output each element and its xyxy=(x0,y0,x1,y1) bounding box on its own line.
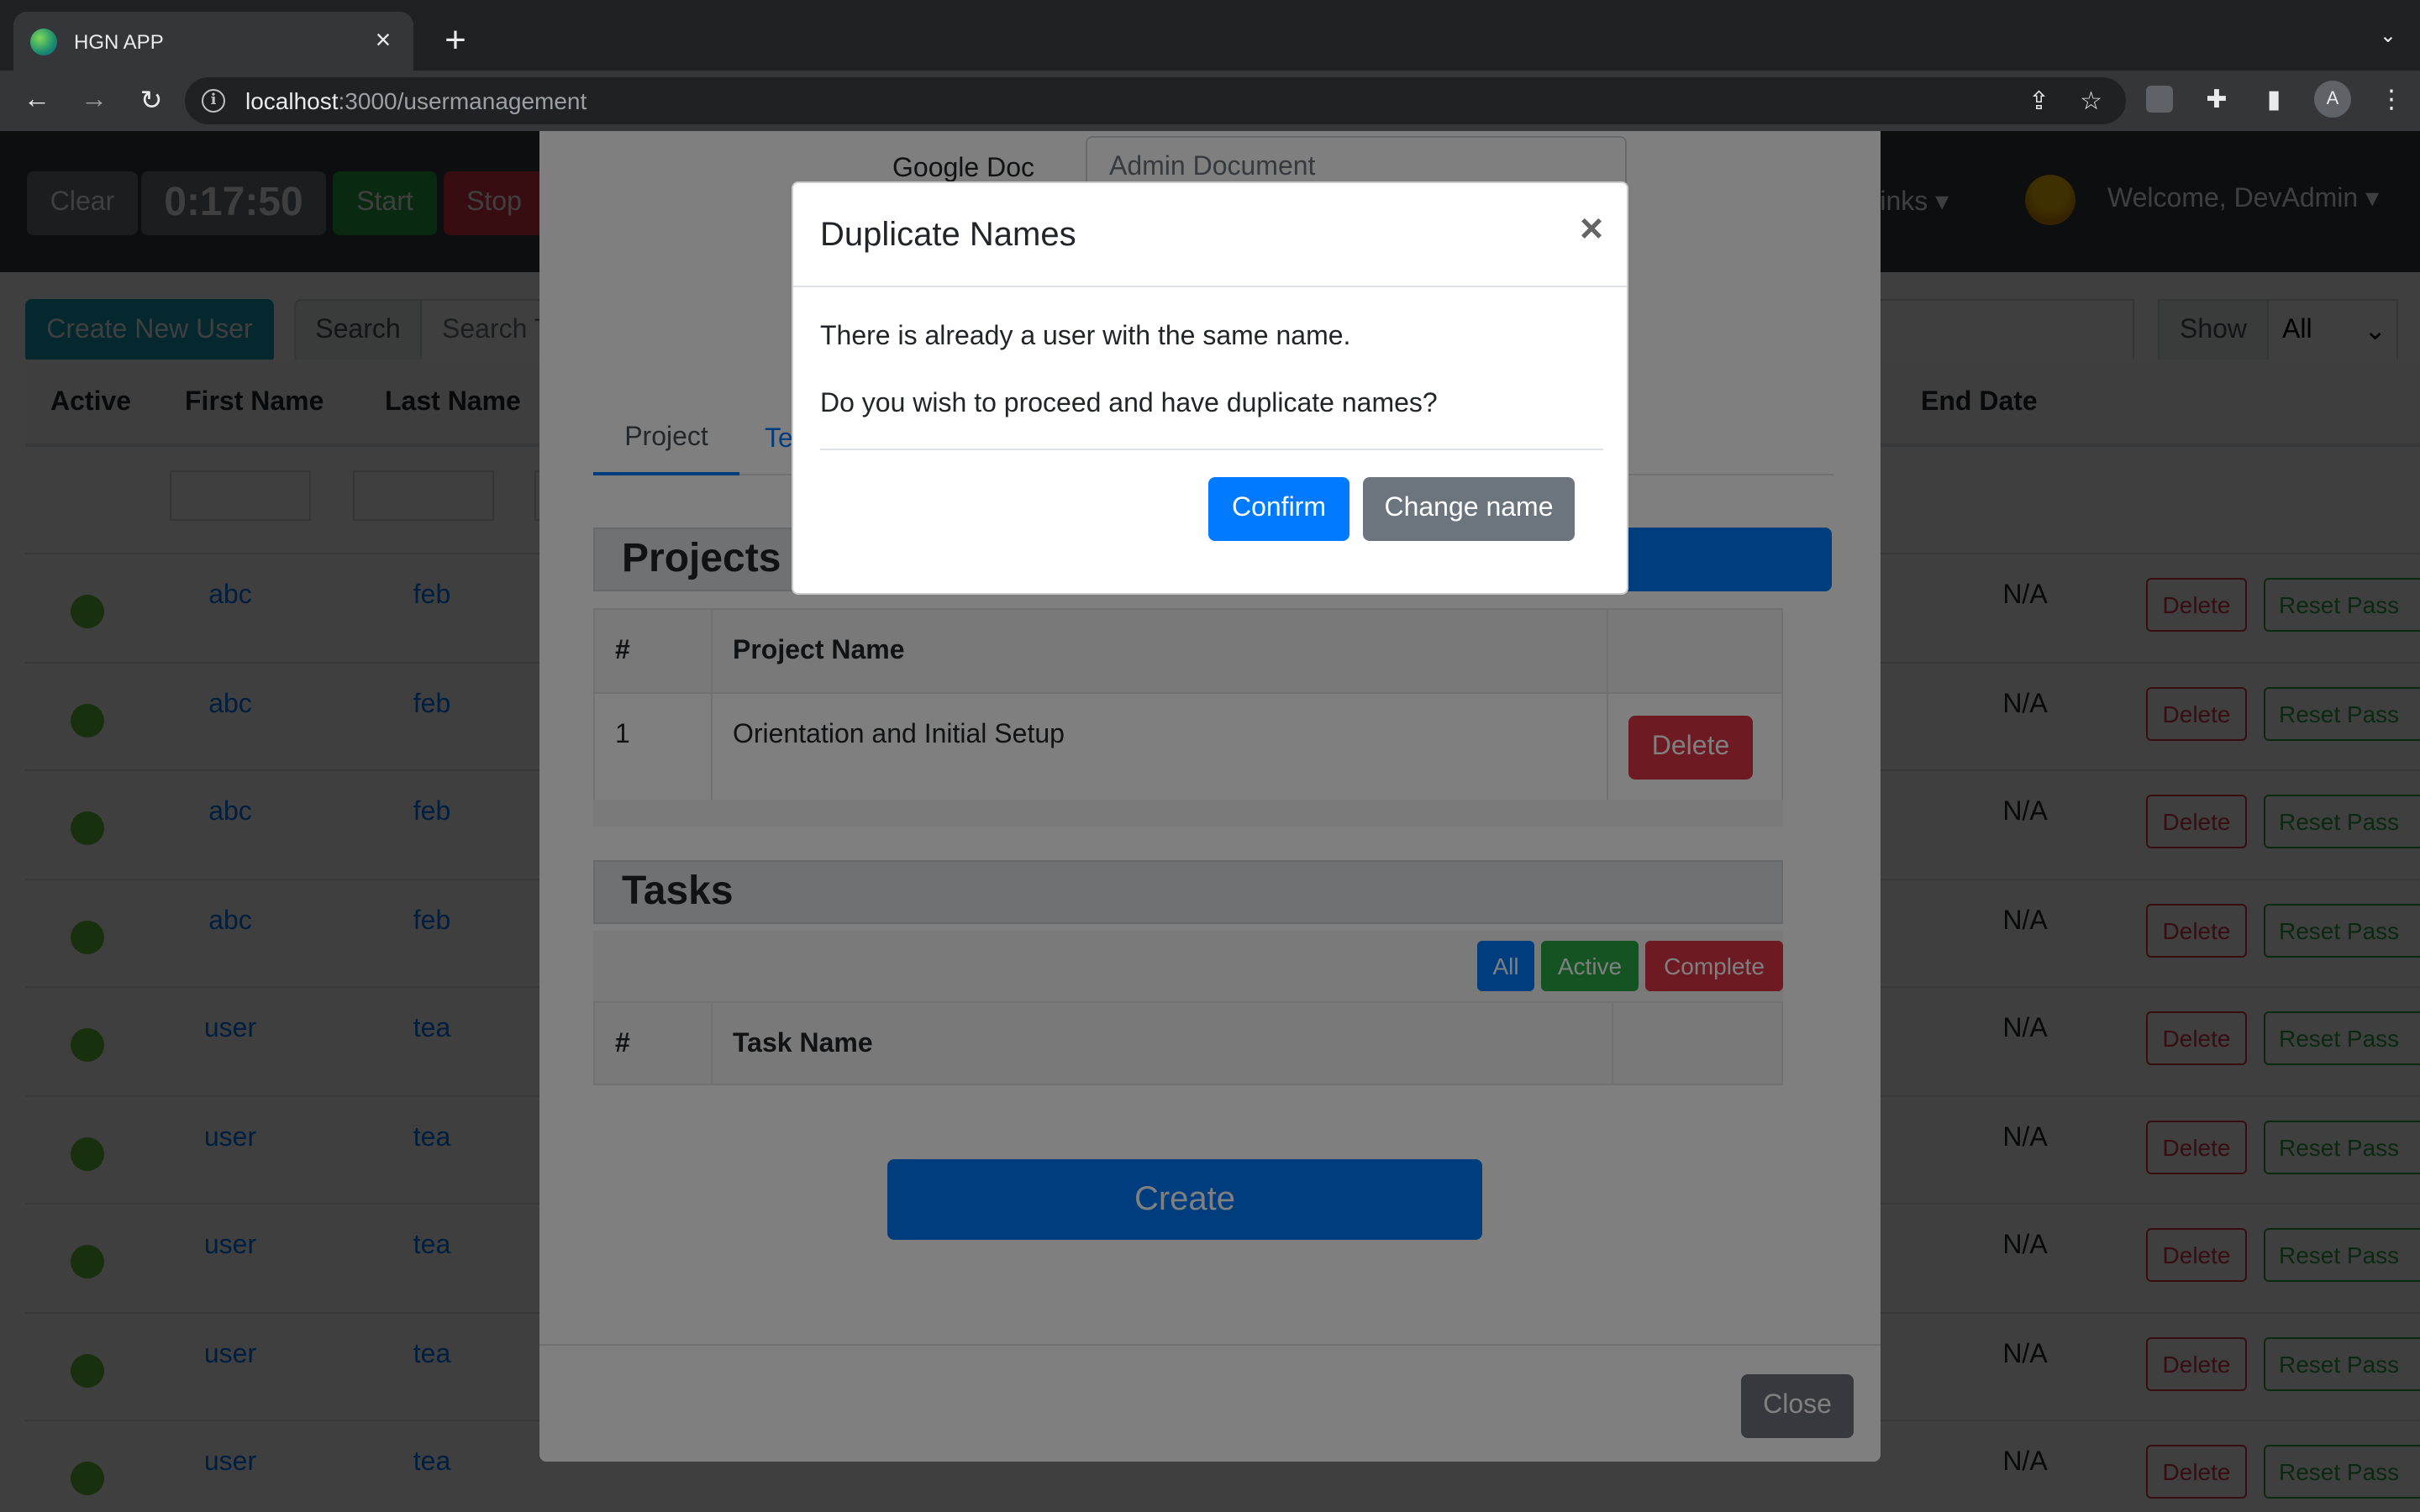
dialog-header: Duplicate Names × xyxy=(793,183,1627,287)
browser-menu-icon[interactable]: ⋮ xyxy=(2375,82,2408,116)
new-tab-icon[interactable]: + xyxy=(437,21,474,59)
app-viewport: Clear 0:17:50 Start Stop r Links ▾ Welco… xyxy=(0,131,2420,1512)
address-bar[interactable]: i localhost:3000/usermanagement ⇪ ☆ xyxy=(185,77,2126,124)
dialog-message-duplicate: There is already a user with the same na… xyxy=(820,323,1351,351)
tab-search-chevron-icon[interactable]: ⌄ xyxy=(2380,24,2396,47)
extension-icon[interactable] xyxy=(2143,82,2176,116)
app-favicon-icon xyxy=(30,28,57,55)
confirm-button[interactable]: Confirm xyxy=(1208,477,1349,541)
site-info-icon[interactable]: i xyxy=(202,89,225,113)
url-host: localhost xyxy=(245,87,339,114)
forward-arrow-icon[interactable]: → xyxy=(74,81,114,121)
dialog-message-question: Do you wish to proceed and have duplicat… xyxy=(820,390,1438,418)
browser-toolbar: ← → ↻ i localhost:3000/usermanagement ⇪ … xyxy=(0,71,2420,131)
dialog-divider xyxy=(820,449,1603,450)
dialog-title: Duplicate Names xyxy=(820,217,1076,254)
reload-icon[interactable]: ↻ xyxy=(131,81,171,121)
close-icon[interactable]: × xyxy=(1580,209,1603,250)
side-panel-icon[interactable]: ▮ xyxy=(2257,82,2291,116)
url-path: :3000/usermanagement xyxy=(338,87,587,114)
duplicate-names-dialog: Duplicate Names × There is already a use… xyxy=(792,181,1628,595)
back-arrow-icon[interactable]: ← xyxy=(17,81,57,121)
share-icon[interactable]: ⇪ xyxy=(2028,86,2049,116)
browser-tab[interactable]: HGN APP × xyxy=(13,12,413,71)
extensions-puzzle-icon[interactable]: ✚ xyxy=(2200,82,2233,116)
tab-title: HGN APP xyxy=(74,29,164,53)
browser-tab-strip: HGN APP × + ⌄ xyxy=(0,0,2420,71)
change-name-button[interactable]: Change name xyxy=(1363,477,1575,541)
profile-avatar[interactable]: A xyxy=(2314,81,2351,118)
tab-close-icon[interactable]: × xyxy=(370,27,397,55)
bookmark-star-icon[interactable]: ☆ xyxy=(2080,86,2102,116)
